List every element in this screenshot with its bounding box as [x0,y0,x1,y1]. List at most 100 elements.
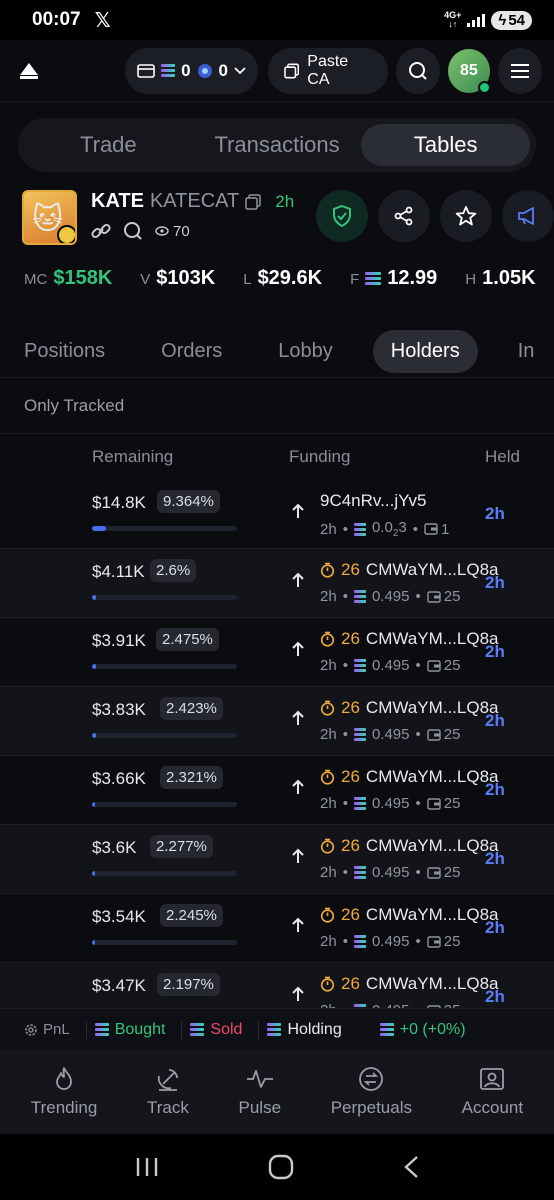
holder-row[interactable]: $14.8K 9.364% 9C4nRv...jYv5 2h • 0.023 •… [0,480,554,549]
remaining-value: $3.66K [92,769,146,788]
pulse-icon [246,1070,273,1088]
percent-badge: 2.475% [156,628,219,651]
search-icon [408,61,427,80]
sol-icon [353,935,366,948]
tab-trade[interactable]: Trade [24,124,193,166]
funding-address: CMWaYM...LQ8a [365,974,499,993]
funding-wallets: 25 [443,657,461,674]
wallet-icon [427,728,441,741]
charging-icon: ϟ [498,11,507,29]
tab-lobby[interactable]: Lobby [278,340,333,363]
holder-row[interactable]: $3.6K 2.277% 26 CMWaYM...LQ8a 2h • 0.495… [0,825,554,894]
remaining-value: $3.91K [92,631,146,650]
only-tracked-filter[interactable]: Only Tracked [24,396,124,416]
funding-address: CMWaYM...LQ8a [365,629,499,648]
held-time: 2h [485,504,505,523]
token-image[interactable]: 🐱 [22,190,77,245]
tab-transactions[interactable]: Transactions [193,124,362,166]
funding-wallets: 25 [443,795,461,812]
funding-meta: 2h • 0.495 • 25 [320,795,461,812]
timer-icon [320,769,335,785]
share-bar-fill [92,526,106,531]
funding-address: CMWaYM...LQ8a [365,767,499,786]
funding-count: 26 [341,629,360,648]
sol-icon [267,1023,282,1036]
arrow-up-icon [292,503,304,518]
holder-row[interactable]: $3.54K 2.245% 26 CMWaYM...LQ8a 2h • 0.49… [0,894,554,963]
star-icon [455,206,477,226]
security-button[interactable] [316,190,368,242]
column-header-remaining[interactable]: Remaining [92,447,173,467]
app-logo-icon[interactable] [18,60,39,82]
share-bar [92,940,237,945]
tab-positions[interactable]: Positions [24,340,105,363]
wallet-icon [427,659,441,672]
holder-row[interactable]: $3.47K 2.197% 26 CMWaYM...LQ8a 2h • 0.49… [0,963,554,1008]
pnl-settings[interactable]: PnL [24,1021,70,1038]
funding-source[interactable]: 26 CMWaYM...LQ8a [320,629,499,649]
tab-insiders[interactable]: In [518,340,535,363]
holder-row[interactable]: $3.91K 2.475% 26 CMWaYM...LQ8a 2h • 0.49… [0,618,554,687]
token-actions [316,190,554,242]
nav-track[interactable]: Track [147,1066,189,1118]
search-button[interactable] [395,47,440,94]
profile-avatar[interactable]: 85 [447,48,491,94]
announce-button[interactable] [502,190,554,242]
radar-icon [157,1069,178,1091]
favorite-button[interactable] [440,190,492,242]
tab-orders[interactable]: Orders [161,340,222,363]
percent-badge: 2.321% [160,766,223,789]
column-header-funding[interactable]: Funding [289,447,350,467]
funding-count: 26 [341,698,360,717]
funding-count: 26 [341,560,360,579]
tab-holders[interactable]: Holders [372,330,478,373]
funding-source[interactable]: 26 CMWaYM...LQ8a [320,767,499,787]
points-icon [197,63,212,78]
status-time: 00:07 [32,9,81,30]
funding-source[interactable]: 26 CMWaYM...LQ8a [320,836,499,856]
timer-icon [320,700,335,716]
arrow-up-icon [292,710,304,725]
funding-count: 26 [341,974,360,993]
nav-trending[interactable]: Trending [31,1066,97,1118]
funding-meta: 2h • 0.495 • 25 [320,588,461,605]
nav-perpetuals[interactable]: Perpetuals [331,1066,412,1118]
share-button[interactable] [378,190,430,242]
share-bar [92,664,237,669]
home-icon[interactable] [268,1154,294,1180]
network-type: 4G+ ↓↑ [444,10,462,29]
funding-address: CMWaYM...LQ8a [365,560,499,579]
tab-tables[interactable]: Tables [361,124,531,166]
recent-apps-icon[interactable] [135,1156,159,1178]
sol-icon [353,590,366,603]
funding-source[interactable]: 26 CMWaYM...LQ8a [320,560,499,580]
funding-count: 26 [341,836,360,855]
funding-source[interactable]: 9C4nRv...jYv5 [320,491,426,511]
paste-ca-button[interactable]: Paste CA [268,47,388,94]
copy-icon[interactable] [245,193,261,210]
holder-row[interactable]: $3.83K 2.423% 26 CMWaYM...LQ8a 2h • 0.49… [0,687,554,756]
column-header-held[interactable]: Held [485,447,520,467]
nav-pulse[interactable]: Pulse [239,1066,281,1118]
remaining-value: $3.6K [92,838,137,857]
back-icon[interactable] [403,1155,419,1179]
menu-button[interactable] [497,47,543,94]
funding-source[interactable]: 26 CMWaYM...LQ8a [320,974,499,994]
funding-source[interactable]: 26 CMWaYM...LQ8a [320,905,499,925]
holder-row[interactable]: $3.66K 2.321% 26 CMWaYM...LQ8a 2h • 0.49… [0,756,554,825]
held-time: 2h [485,711,505,730]
wallet-selector[interactable]: 0 0 [125,47,259,94]
link-icon[interactable] [91,221,111,241]
funding-age: 2h [320,657,337,674]
share-bar-fill [92,940,96,945]
online-status-dot [477,80,491,94]
arrow-up-icon [292,641,304,656]
search-icon[interactable] [123,221,143,241]
funding-meta: 2h • 0.023 • 1 [320,519,450,539]
holder-row[interactable]: $4.11K 2.6% 26 CMWaYM...LQ8a 2h • 0.495 … [0,549,554,618]
chevron-down-icon [234,66,246,74]
funding-source[interactable]: 26 CMWaYM...LQ8a [320,698,499,718]
nav-account[interactable]: Account [462,1066,523,1118]
funding-count: 26 [341,905,360,924]
wallet-icon [427,797,441,810]
